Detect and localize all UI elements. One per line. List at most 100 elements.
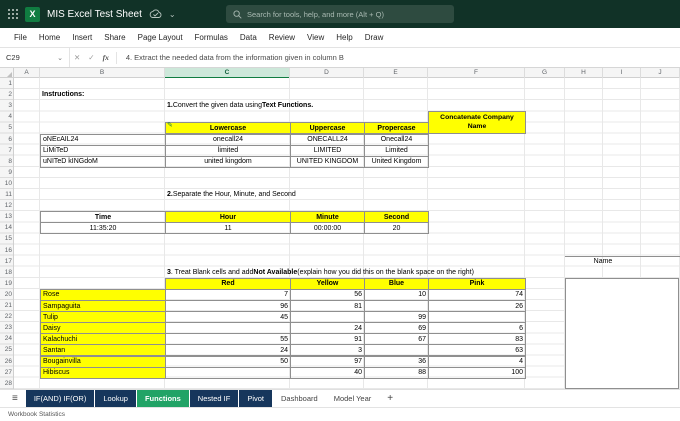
formula-bar: C29 ⌄ ✕ ✓ fx 4. Extract the needed data … <box>0 48 680 68</box>
menu-item-review[interactable]: Review <box>263 33 301 42</box>
cell-B8[interactable]: uNITeD kINGdoM <box>40 155 166 168</box>
sheet-tab-lookup[interactable]: Lookup <box>95 390 136 407</box>
sheet-tab-dashboard[interactable]: Dashboard <box>273 390 326 407</box>
menu-item-home[interactable]: Home <box>33 33 66 42</box>
explanation-answer-box[interactable] <box>565 277 679 389</box>
column-header-D[interactable]: D <box>290 68 364 78</box>
row-header-1[interactable]: 1 <box>0 78 12 89</box>
column-header-C[interactable]: C <box>165 68 290 78</box>
select-all-corner[interactable] <box>0 68 14 78</box>
saved-cloud-icon <box>149 9 162 18</box>
row-header-20[interactable]: 20 <box>0 289 12 300</box>
menu-item-draw[interactable]: Draw <box>359 33 390 42</box>
column-header-H[interactable]: H <box>565 68 603 78</box>
sheet-tab-functions[interactable]: Functions <box>136 390 189 407</box>
cell-C3[interactable]: 1. Convert the given data using Text Func… <box>165 100 313 111</box>
enter-icon[interactable]: ✓ <box>84 53 98 62</box>
cancel-icon[interactable]: ✕ <box>70 53 84 62</box>
row-header-19[interactable]: 19 <box>0 278 12 289</box>
cell-D8[interactable]: UNITED KINGDOM <box>290 155 365 168</box>
cells-layer: Instructions: 1. Convert the given data us… <box>0 78 680 389</box>
cell-E27[interactable]: 88 <box>364 366 429 379</box>
row-header-10[interactable]: 10 <box>0 178 12 189</box>
add-sheet-icon[interactable]: + <box>379 390 401 407</box>
cell-F4[interactable]: Concatenate Company Name <box>428 111 526 135</box>
column-header-E[interactable]: E <box>364 68 428 78</box>
sheet-tab-nested-if[interactable]: Nested IF <box>189 390 239 407</box>
workbook-statistics-button[interactable]: Workbook Statistics <box>8 411 65 418</box>
cell-B27[interactable]: Hibiscus <box>40 366 166 379</box>
row-header-8[interactable]: 8 <box>0 156 12 167</box>
sheet-tab-pivot[interactable]: Pivot <box>239 390 272 407</box>
column-header-G[interactable]: G <box>525 68 565 78</box>
row-header-12[interactable]: 12 <box>0 200 12 211</box>
row-header-18[interactable]: 18 <box>0 267 12 278</box>
row-header-24[interactable]: 24 <box>0 333 12 344</box>
title-chevron-down-icon[interactable]: ⌄ <box>169 10 176 19</box>
cell-C11[interactable]: 2. Separate the Hour, Minute, and Second <box>165 189 296 200</box>
app-launcher-icon[interactable] <box>8 9 18 19</box>
cell-C8[interactable]: united kingdom <box>165 155 291 168</box>
cell-H17[interactable]: Name <box>565 256 641 267</box>
document-title[interactable]: MIS Excel Test Sheet <box>47 9 142 20</box>
column-header-J[interactable]: J <box>641 68 680 78</box>
row-header-25[interactable]: 25 <box>0 344 12 355</box>
search-input[interactable] <box>247 9 447 19</box>
menu-item-formulas[interactable]: Formulas <box>189 33 234 42</box>
row-header-21[interactable]: 21 <box>0 300 12 311</box>
column-header-B[interactable]: B <box>40 68 165 78</box>
formula-input[interactable]: 4. Extract the needed data from the info… <box>120 53 344 62</box>
name-box-chevron-down-icon[interactable]: ⌄ <box>57 54 63 62</box>
excel-web-app: X MIS Excel Test Sheet ⌄ File Home Inser… <box>0 0 680 421</box>
cell-F27[interactable]: 100 <box>428 366 526 379</box>
cell-C18[interactable]: 3. Treat Blank cells and add Not Availab… <box>165 267 474 278</box>
cell-B2[interactable]: Instructions: <box>40 89 165 100</box>
search-bar[interactable] <box>226 5 454 23</box>
row-header-16[interactable]: 16 <box>0 245 12 256</box>
row-header-27[interactable]: 27 <box>0 367 12 378</box>
row-header-7[interactable]: 7 <box>0 145 12 156</box>
cell-E8[interactable]: United Kingdom <box>364 155 429 168</box>
cell-text-part: Not Available <box>253 268 298 276</box>
cell-D27[interactable]: 40 <box>290 366 365 379</box>
column-header-A[interactable]: A <box>14 68 40 78</box>
sheet-tab-model-year[interactable]: Model Year <box>326 390 380 407</box>
row-header-3[interactable]: 3 <box>0 100 12 111</box>
cell-D14[interactable]: 00:00:00 <box>290 222 365 235</box>
row-header-5[interactable]: 5 <box>0 122 12 133</box>
menu-item-page-layout[interactable]: Page Layout <box>132 33 189 42</box>
cell-text-part: Text Functions. <box>261 102 314 110</box>
column-header-I[interactable]: I <box>603 68 641 78</box>
cell-B14[interactable]: 11:35:20 <box>40 222 166 235</box>
menu-item-file[interactable]: File <box>8 33 33 42</box>
row-header-4[interactable]: 4 <box>0 111 12 122</box>
menu-item-help[interactable]: Help <box>330 33 358 42</box>
row-header-26[interactable]: 26 <box>0 356 12 367</box>
row-header-2[interactable]: 2 <box>0 89 12 100</box>
row-header-14[interactable]: 14 <box>0 222 12 233</box>
row-header-11[interactable]: 11 <box>0 189 12 200</box>
column-headers: ABCDEFGHIJ <box>0 68 680 78</box>
row-header-15[interactable]: 15 <box>0 233 12 244</box>
row-header-9[interactable]: 9 <box>0 167 12 178</box>
column-header-F[interactable]: F <box>428 68 525 78</box>
row-header-23[interactable]: 23 <box>0 322 12 333</box>
name-box[interactable]: C29 ⌄ <box>0 48 70 67</box>
excel-icon[interactable]: X <box>25 6 40 22</box>
menu-item-insert[interactable]: Insert <box>66 33 98 42</box>
cell-C14[interactable]: 11 <box>165 222 291 235</box>
menu-item-data[interactable]: Data <box>234 33 263 42</box>
sheet-menu-icon[interactable]: ≡ <box>4 390 26 407</box>
insert-function-icon[interactable]: fx <box>99 53 113 62</box>
name-section-divider <box>565 255 680 257</box>
row-header-13[interactable]: 13 <box>0 211 12 222</box>
sheet-tab-if-and-if-or[interactable]: IF(AND) IF(OR) <box>25 390 95 407</box>
menu-item-share[interactable]: Share <box>98 33 131 42</box>
row-header-6[interactable]: 6 <box>0 134 12 145</box>
row-header-17[interactable]: 17 <box>0 256 12 267</box>
row-header-28[interactable]: 28 <box>0 378 12 389</box>
cell-E14[interactable]: 20 <box>364 222 429 235</box>
row-header-22[interactable]: 22 <box>0 311 12 322</box>
menu-item-view[interactable]: View <box>301 33 330 42</box>
cell-C27[interactable] <box>165 366 291 379</box>
